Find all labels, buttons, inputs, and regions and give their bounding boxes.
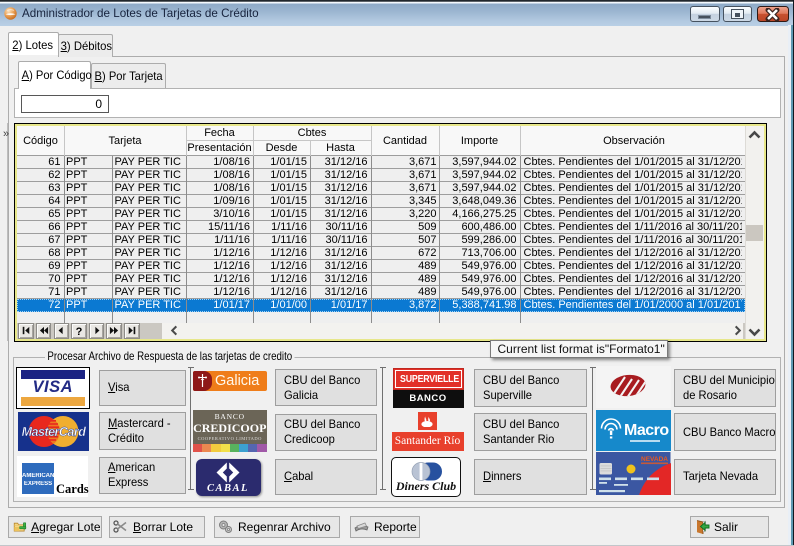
- svg-text:NEVADA: NEVADA: [641, 456, 668, 463]
- svg-text:MasterCard: MasterCard: [21, 425, 86, 439]
